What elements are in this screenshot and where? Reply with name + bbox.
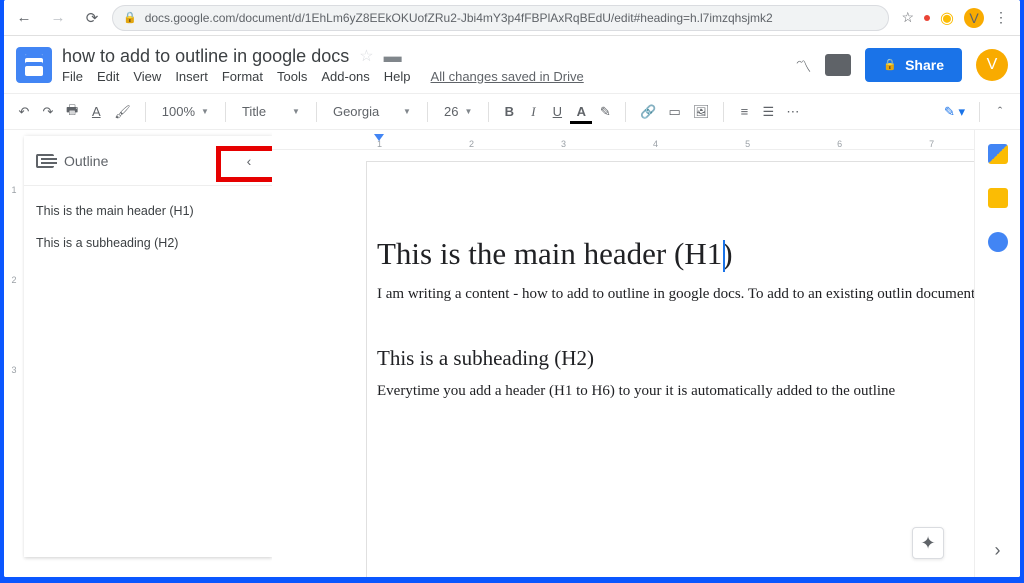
font-value: Georgia [333, 104, 379, 119]
tasks-app-icon[interactable] [988, 232, 1008, 252]
lock-icon: 🔒 [883, 58, 897, 71]
bold-button[interactable]: B [499, 101, 519, 122]
hruler-mark: 6 [837, 139, 842, 149]
docs-header: how to add to outline in google docs ☆ ▬… [4, 36, 1020, 94]
share-button[interactable]: 🔒 Share [865, 48, 962, 82]
url-text: docs.google.com/document/d/1EhLm6yZ8EEkO… [145, 11, 773, 25]
menu-bar: File Edit View Insert Format Tools Add-o… [62, 69, 785, 84]
profile-avatar[interactable]: V [964, 8, 984, 28]
back-icon[interactable]: ← [10, 9, 38, 26]
insert-comment-icon[interactable]: ▭ [665, 101, 685, 123]
hruler-mark: 2 [469, 139, 474, 149]
extension-icons: ☆ ◉ V ⋮ [895, 8, 1014, 28]
print-icon[interactable]: 🖶 [62, 98, 82, 126]
document-h2[interactable]: This is a subheading (H2) [377, 346, 974, 371]
menu-view[interactable]: View [133, 69, 161, 84]
document-paragraph[interactable]: I am writing a content - how to add to o… [377, 284, 974, 306]
more-toolbar-icon[interactable]: ⋯ [782, 101, 803, 123]
outline-panel: Outline ‹ This is the main header (H1) T… [24, 136, 272, 557]
hruler-mark: 5 [745, 139, 750, 149]
show-side-panel-icon[interactable]: › [995, 540, 1001, 561]
lock-icon: 🔒 [123, 11, 137, 24]
document-page[interactable]: This is the main header (H1) I am writin… [367, 162, 974, 577]
menu-help[interactable]: Help [384, 69, 411, 84]
text-color-button[interactable]: A [571, 101, 591, 122]
editing-mode-icon[interactable]: ✎ ▾ [940, 101, 969, 123]
menu-format[interactable]: Format [222, 69, 263, 84]
document-paragraph[interactable]: Everytime you add a header (H1 to H6) to… [377, 381, 974, 403]
omnibox[interactable]: 🔒 docs.google.com/document/d/1EhLm6yZ8EE… [112, 5, 889, 31]
hruler-mark: 4 [653, 139, 658, 149]
text-cursor [723, 240, 725, 272]
document-title[interactable]: how to add to outline in google docs [62, 46, 349, 67]
style-value: Title [242, 104, 266, 119]
insert-link-icon[interactable]: 🔗 [636, 101, 660, 123]
highlight-button[interactable]: ✎ [595, 101, 615, 123]
explore-button[interactable]: ✦ [912, 527, 944, 559]
line-spacing-icon[interactable]: ☰ [758, 101, 778, 123]
zoom-value: 100% [162, 104, 195, 119]
docs-toolbar: ↶ ↷ 🖶 A 🖌 100%▼ Title▼ Georgia▼ 26▼ B I … [4, 94, 1020, 130]
outline-item-h1[interactable]: This is the main header (H1) [36, 204, 260, 218]
menu-file[interactable]: File [62, 69, 83, 84]
docs-logo-icon[interactable] [16, 47, 52, 83]
spellcheck-icon[interactable]: A [86, 101, 106, 122]
browser-toolbar: ← → ⟳ 🔒 docs.google.com/document/d/1EhLm… [4, 0, 1020, 36]
side-panel: › [974, 130, 1020, 577]
menu-tools[interactable]: Tools [277, 69, 307, 84]
forward-icon[interactable]: → [44, 9, 72, 26]
h1-text: This is the main header (H1) [377, 236, 733, 271]
comments-icon[interactable] [825, 54, 851, 76]
outline-header: Outline ‹ [24, 136, 272, 186]
move-folder-icon[interactable]: ▬ [384, 46, 402, 67]
outline-title: Outline [64, 153, 222, 169]
star-icon[interactable]: ☆ [901, 9, 914, 26]
menu-addons[interactable]: Add-ons [321, 69, 369, 84]
ext-buffer-icon[interactable]: ◉ [940, 8, 954, 28]
kebab-icon[interactable]: ⋮ [994, 9, 1008, 26]
keep-app-icon[interactable] [988, 188, 1008, 208]
document-surface: 1 2 3 4 5 6 7 This is the main header (H… [272, 130, 974, 577]
hruler-mark: 3 [561, 139, 566, 149]
activity-icon[interactable]: 〽 [795, 53, 811, 77]
account-avatar[interactable]: V [976, 49, 1008, 81]
menu-insert[interactable]: Insert [175, 69, 208, 84]
outline-icon [36, 154, 54, 168]
align-icon[interactable]: ≡ [734, 101, 754, 122]
collapse-outline-button[interactable]: ‹ [232, 146, 266, 176]
indent-marker-icon[interactable] [374, 134, 384, 141]
outline-items: This is the main header (H1) This is a s… [24, 186, 272, 268]
redo-icon[interactable]: ↷ [38, 101, 58, 123]
zoom-select[interactable]: 100%▼ [156, 104, 215, 119]
share-label: Share [905, 57, 944, 73]
hruler-mark: 7 [929, 139, 934, 149]
font-size-select[interactable]: 26▼ [438, 104, 478, 119]
document-h1[interactable]: This is the main header (H1) [377, 236, 974, 272]
font-size-value: 26 [444, 104, 458, 119]
menu-edit[interactable]: Edit [97, 69, 119, 84]
vruler-mark: 1 [11, 185, 16, 195]
style-select[interactable]: Title▼ [236, 104, 306, 119]
hide-menus-icon[interactable]: ˆ [990, 101, 1010, 122]
horizontal-ruler[interactable]: 1 2 3 4 5 6 7 [272, 130, 974, 150]
paint-format-icon[interactable]: 🖌 [110, 101, 135, 123]
vruler-mark: 3 [11, 365, 16, 375]
ext-red-dot-icon[interactable] [924, 15, 930, 21]
vruler-mark: 2 [11, 275, 16, 285]
outline-item-h2[interactable]: This is a subheading (H2) [36, 236, 260, 250]
italic-button[interactable]: I [523, 101, 543, 123]
vertical-ruler: 1 2 3 [4, 130, 24, 577]
browser-window: ← → ⟳ 🔒 docs.google.com/document/d/1EhLm… [4, 0, 1020, 577]
star-document-icon[interactable]: ☆ [359, 46, 373, 66]
reload-icon[interactable]: ⟳ [78, 9, 106, 27]
undo-icon[interactable]: ↶ [14, 101, 34, 123]
underline-button[interactable]: U [547, 101, 567, 122]
insert-image-icon[interactable]: 🖼 [689, 101, 714, 123]
calendar-app-icon[interactable] [988, 144, 1008, 164]
save-status[interactable]: All changes saved in Drive [431, 69, 584, 84]
work-area: 1 2 3 Outline ‹ This is the main header … [4, 130, 1020, 577]
font-select[interactable]: Georgia▼ [327, 104, 417, 119]
